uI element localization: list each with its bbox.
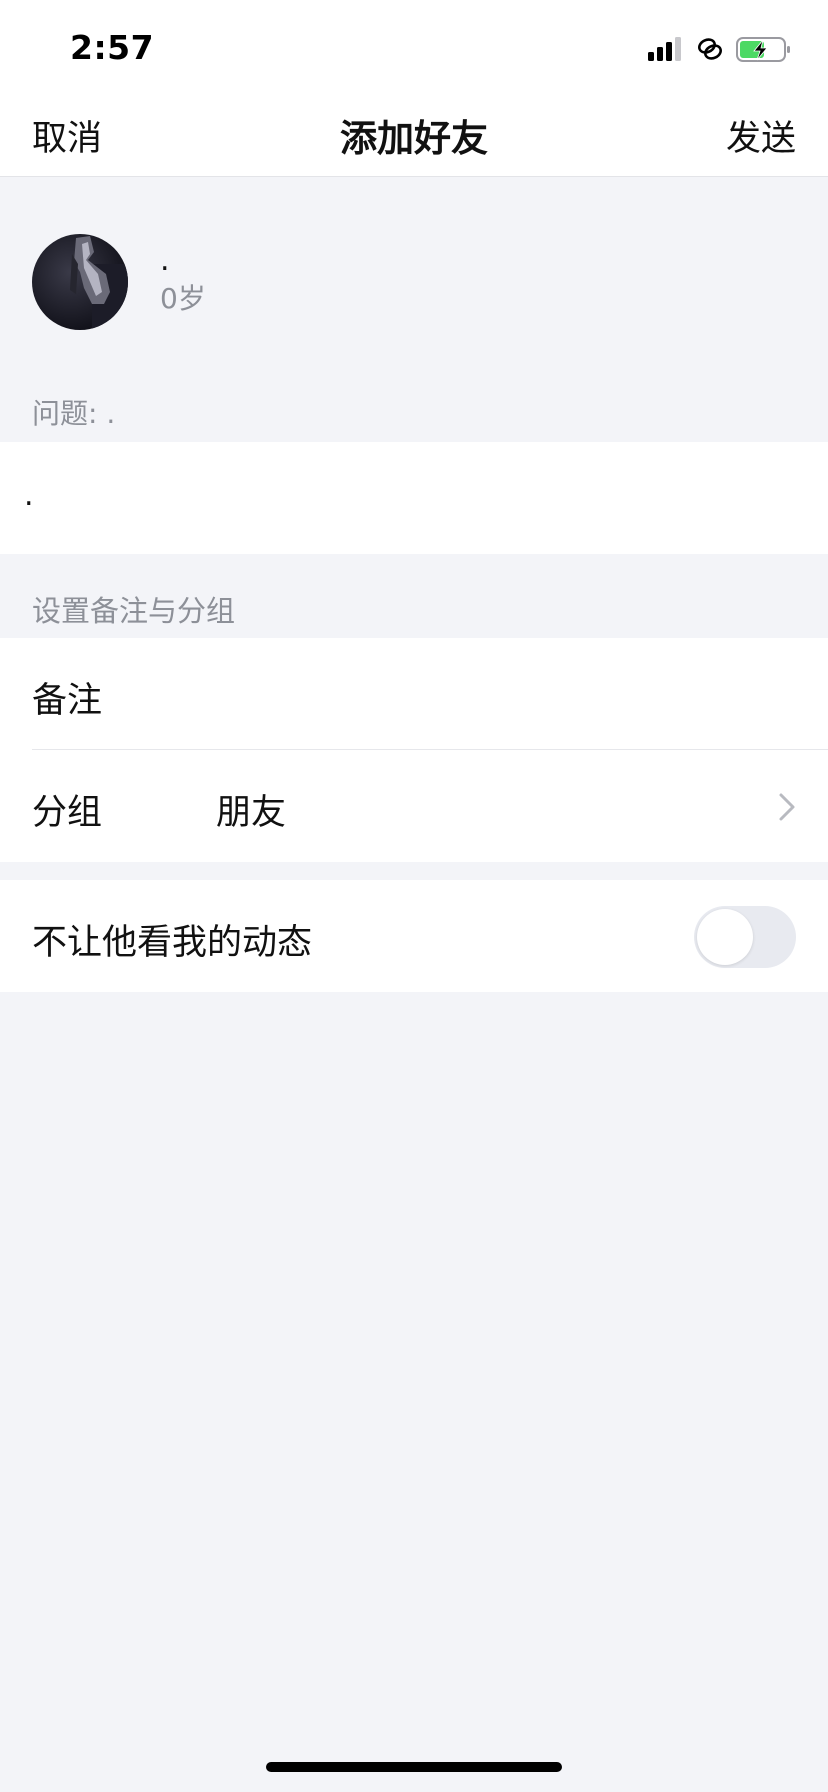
profile-name: . [160,243,170,278]
privacy-toggle[interactable] [694,906,796,968]
link-icon [698,38,722,60]
privacy-row: 不让他看我的动态 [0,880,828,992]
signal-icon [648,37,681,61]
profile-age: 0岁 [160,282,206,315]
battery-charging-icon [736,37,790,62]
avatar[interactable] [32,234,128,330]
send-button[interactable]: 发送 [726,110,796,161]
chevron-right-icon [779,793,795,821]
remark-label: 备注 [32,681,103,721]
question-label: 问题: . [32,397,116,430]
group-row[interactable]: 分组 朋友 [0,750,828,862]
remark-row[interactable]: 备注 [0,638,828,750]
privacy-label: 不让他看我的动态 [32,923,313,963]
profile-card: . 0岁 [0,177,828,377]
group-value: 朋友 [216,793,287,833]
page-title: 添加好友 [340,117,488,160]
nav-bar: 取消 添加好友 发送 [0,100,828,177]
home-indicator[interactable] [266,1762,562,1772]
toggle-knob [697,909,753,965]
answer-text: . [24,478,34,513]
group-label: 分组 [32,793,103,833]
status-icons [648,37,790,62]
settings-group: 备注 分组 朋友 [0,638,828,862]
status-bar: 2:57 [0,0,828,100]
answer-field[interactable]: . [0,442,828,554]
section-header: 设置备注与分组 [32,594,236,628]
status-time: 2:57 [70,28,155,67]
avatar-image [32,234,128,330]
